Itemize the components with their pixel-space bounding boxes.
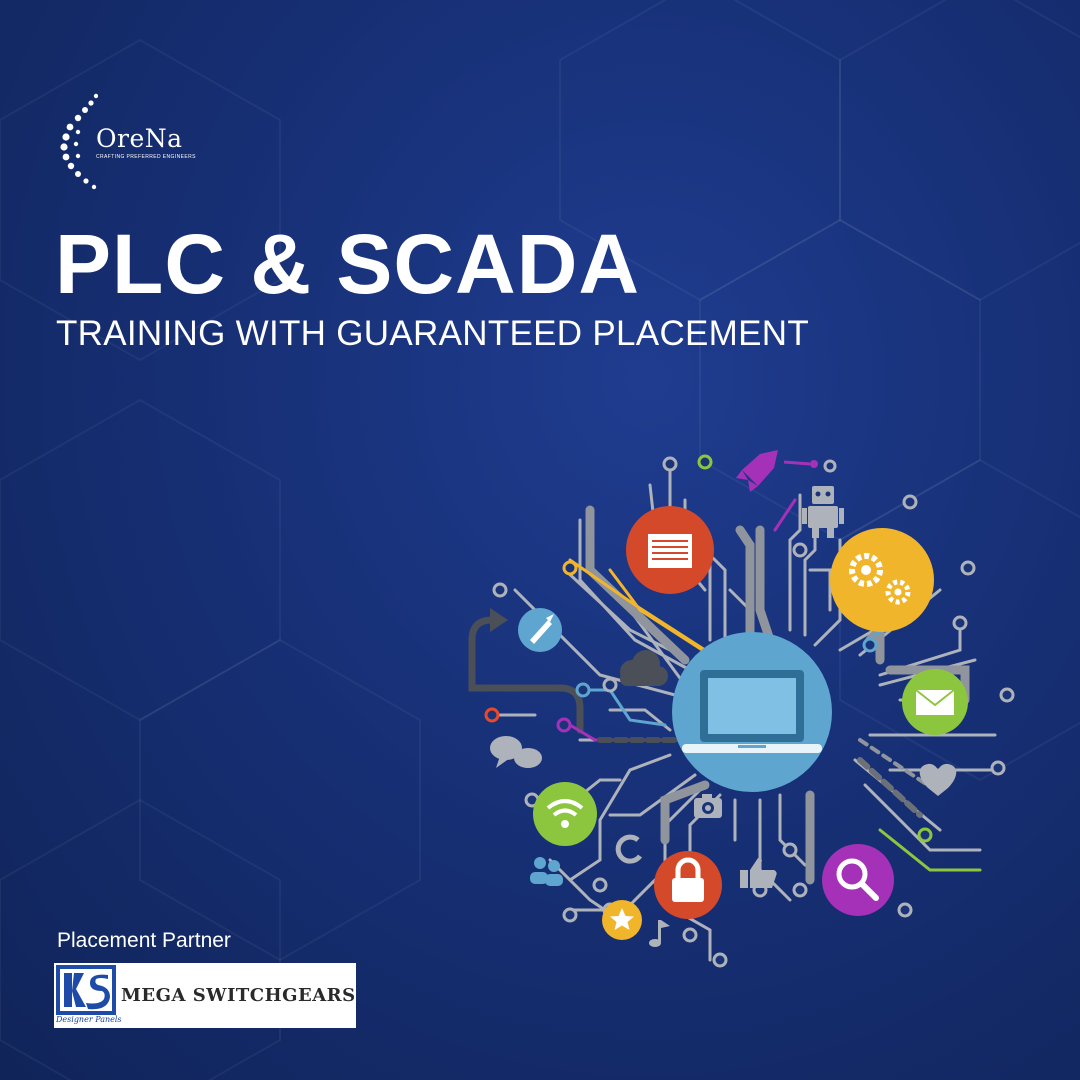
- robot-icon: [802, 486, 844, 538]
- partner-mark-tagline: Designer Panels: [56, 1015, 122, 1024]
- page-subtitle: TRAINING WITH GUARANTEED PLACEMENT: [56, 314, 810, 353]
- rocket-icon: [518, 608, 562, 652]
- lock-icon: [654, 851, 722, 919]
- document-icon: [626, 506, 714, 594]
- page-title: PLC & SCADA: [55, 217, 641, 311]
- thumbs-up-icon: [740, 858, 777, 888]
- placement-partner-label: Placement Partner: [57, 929, 231, 952]
- brand-name: OreNa: [96, 124, 183, 153]
- banner: OreNa CRAFTING PREFERRED ENGINEERS PLC &…: [0, 0, 1080, 1080]
- users-icon: [530, 857, 563, 886]
- mail-icon: [902, 669, 968, 735]
- brand-logo[interactable]: OreNa CRAFTING PREFERRED ENGINEERS: [58, 92, 198, 192]
- logo-dots-icon: [60, 93, 98, 190]
- partner-mark-icon: [56, 965, 116, 1015]
- wifi-icon: [533, 782, 597, 846]
- partner-logo[interactable]: Designer Panels MEGA SWITCHGEARS: [54, 963, 356, 1028]
- laptop-icon: [672, 632, 832, 792]
- search-icon: [822, 844, 894, 916]
- chat-icon: [490, 736, 542, 768]
- music-note-icon: [649, 920, 670, 947]
- partner-name: MEGA SWITCHGEARS: [121, 985, 356, 1006]
- rocket-icon: [736, 450, 818, 492]
- brand-tagline: CRAFTING PREFERRED ENGINEERS: [96, 154, 196, 160]
- refresh-icon: [615, 834, 643, 864]
- technology-network-illustration: [468, 450, 1015, 968]
- star-icon: [602, 900, 642, 940]
- gears-icon: [830, 528, 934, 632]
